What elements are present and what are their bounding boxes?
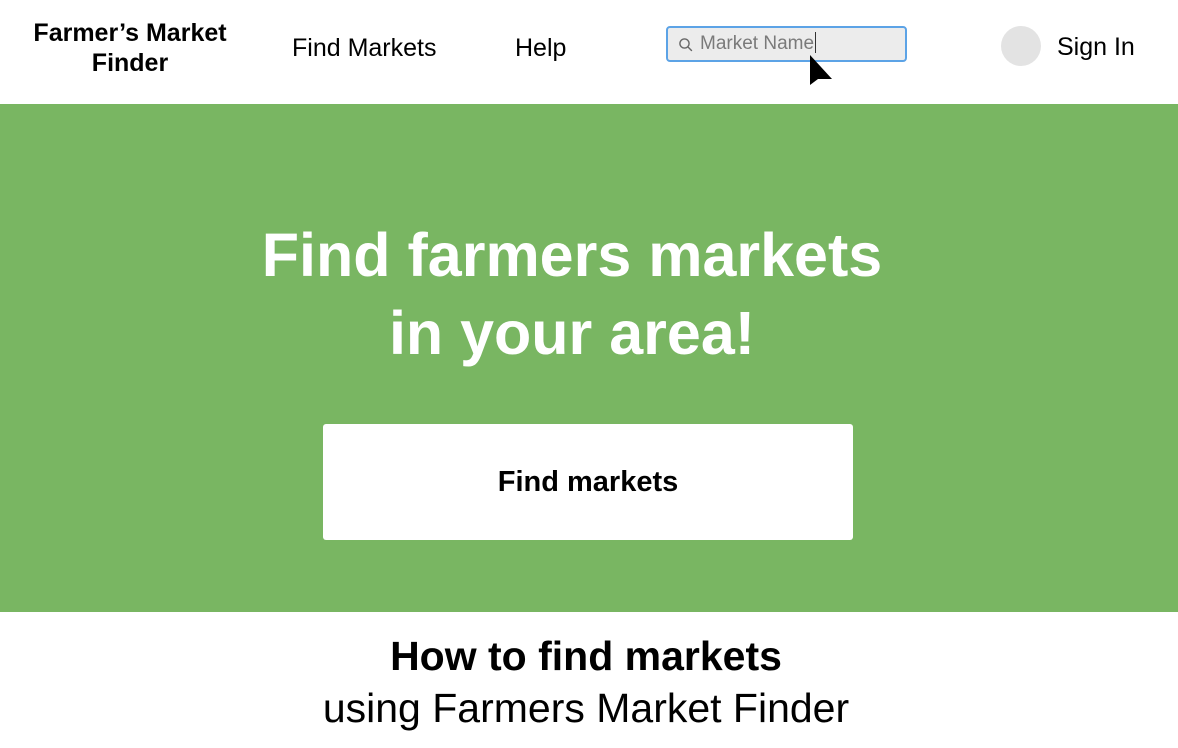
hero-headline-line-2: in your area! — [388, 299, 756, 367]
brand-line-1: Farmer’s Market — [33, 19, 227, 47]
text-caret — [815, 32, 817, 53]
market-search-box[interactable]: Market Name — [666, 26, 907, 62]
search-icon — [679, 38, 693, 52]
top-navigation-bar: Farmer’s Market Finder Find Markets Help… — [0, 0, 1178, 104]
hero-banner: Find farmers markets in your area! Find … — [0, 104, 1178, 612]
hero-headline-line-1: Find farmers markets — [261, 221, 883, 289]
how-to-title: How to find markets — [390, 633, 782, 679]
find-markets-button[interactable]: Find markets — [323, 424, 853, 540]
hero-headline: Find farmers markets in your area! — [0, 216, 1144, 372]
brand-line-2: Finder — [91, 49, 169, 77]
search-input-text: Market Name — [700, 33, 815, 54]
how-to-section: How to find markets using Farmers Market… — [0, 612, 1178, 748]
mouse-pointer-icon — [810, 55, 832, 85]
nav-help-link[interactable]: Help — [515, 32, 566, 64]
user-avatar[interactable] — [1001, 26, 1041, 66]
nav-find-markets-link[interactable]: Find Markets — [292, 32, 436, 64]
brand-logo-text[interactable]: Farmer’s Market Finder — [20, 18, 240, 78]
how-to-subtitle: using Farmers Market Finder — [322, 685, 850, 731]
market-name-search-input[interactable]: Market Name — [700, 30, 900, 58]
sign-in-link[interactable]: Sign In — [1057, 31, 1135, 63]
